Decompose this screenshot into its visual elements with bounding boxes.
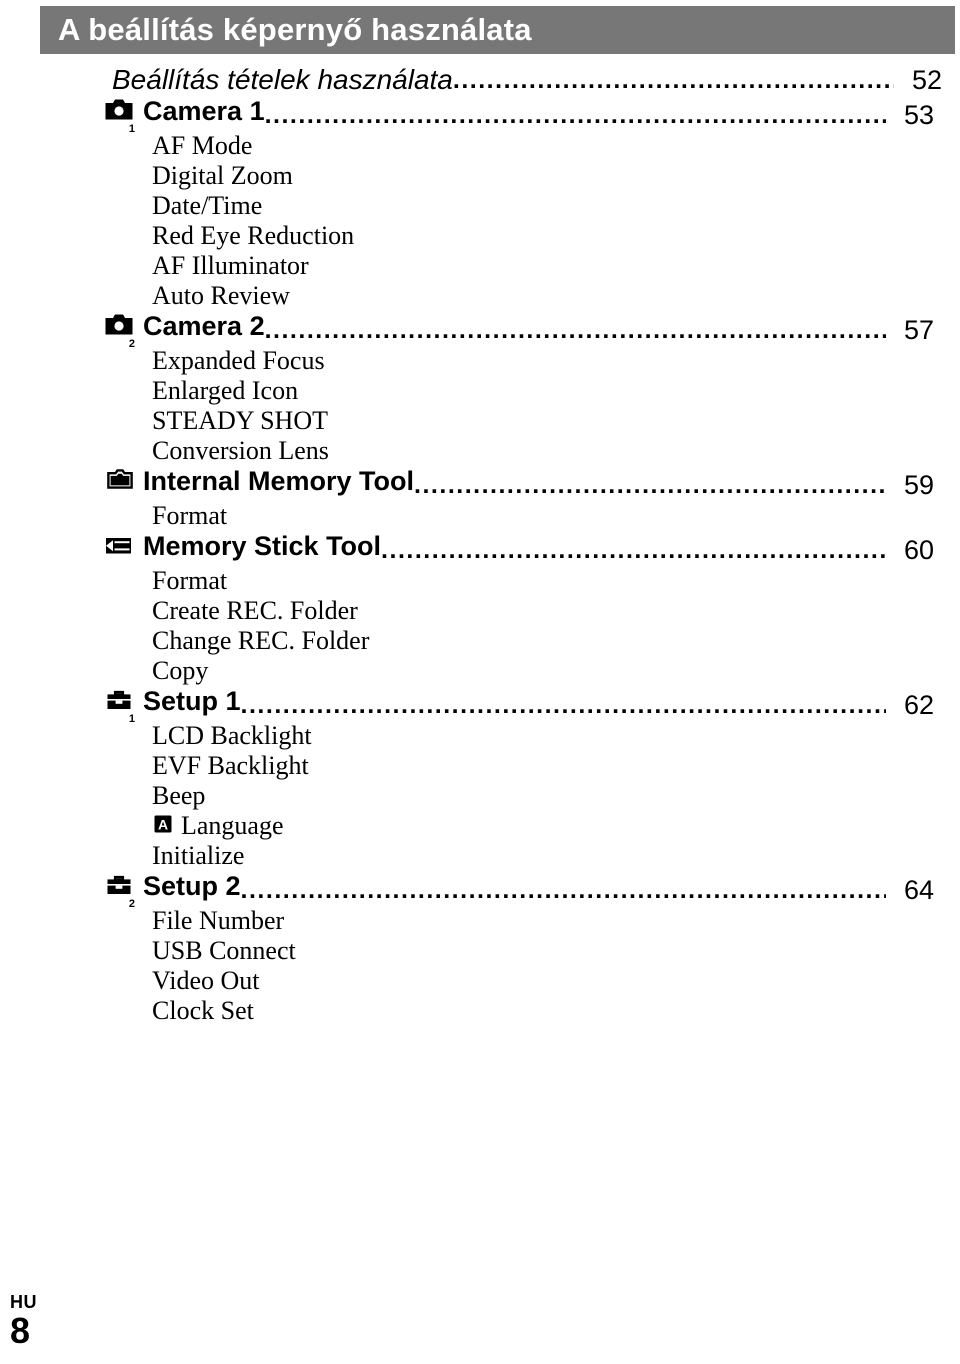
toc-section-setup-1[interactable]: 1 Setup 1 ..............................… bbox=[104, 686, 934, 725]
toc-subitems-internal-memory-tool: Format bbox=[0, 501, 960, 531]
toolbox-icon-subscript: 2 bbox=[128, 898, 135, 910]
toc-section-label: 2 Setup 2 bbox=[104, 871, 241, 910]
leader-dots: ........................................… bbox=[452, 68, 894, 93]
list-item[interactable]: AF Illuminator bbox=[152, 251, 960, 281]
list-item[interactable]: STEADY SHOT bbox=[152, 406, 960, 436]
toc-subitems-camera-2: Expanded Focus Enlarged Icon STEADY SHOT… bbox=[0, 346, 960, 466]
list-item[interactable]: Enlarged Icon bbox=[152, 376, 960, 406]
toolbox-icon: 1 bbox=[104, 689, 135, 725]
svg-text:A: A bbox=[158, 816, 168, 832]
toc-section-internal-memory-tool[interactable]: Internal Memory Tool ...................… bbox=[104, 468, 934, 499]
list-item[interactable]: AF Mode bbox=[152, 131, 960, 161]
camera-icon: 2 bbox=[104, 314, 135, 350]
leader-dots: ........................................… bbox=[414, 473, 886, 498]
list-item[interactable]: LCD Backlight bbox=[152, 721, 960, 751]
language-a-icon: A bbox=[152, 812, 174, 842]
toolbox-icon-subscript: 1 bbox=[128, 713, 135, 725]
list-item[interactable]: Initialize bbox=[152, 841, 960, 871]
leader-dots: ........................................… bbox=[381, 538, 886, 563]
page-number: 8 bbox=[10, 1310, 31, 1351]
camera-icon-subscript: 1 bbox=[128, 123, 135, 135]
toc-subitems-camera-1: AF Mode Digital Zoom Date/Time Red Eye R… bbox=[0, 131, 960, 311]
toc-section-page: 59 bbox=[903, 470, 934, 500]
list-item[interactable]: Format bbox=[152, 501, 960, 531]
list-item[interactable]: Clock Set bbox=[152, 996, 960, 1026]
memory-stick-icon bbox=[104, 534, 134, 559]
list-item-language[interactable]: A Language bbox=[152, 811, 960, 841]
toc-entry-page: 52 bbox=[911, 65, 942, 95]
list-item[interactable]: Change REC. Folder bbox=[152, 626, 960, 656]
toc-section-label: Internal Memory Tool bbox=[104, 468, 414, 495]
toc-section-camera-1[interactable]: 1 Camera 1 .............................… bbox=[104, 96, 934, 135]
toc-section-page: 62 bbox=[903, 690, 934, 720]
list-item[interactable]: USB Connect bbox=[152, 936, 960, 966]
list-item[interactable]: Format bbox=[152, 566, 960, 596]
leader-dots: ........................................… bbox=[240, 878, 886, 903]
toc-section-label: 1 Setup 1 bbox=[104, 686, 241, 725]
list-item[interactable]: Beep bbox=[152, 781, 960, 811]
leader-dots: ........................................… bbox=[240, 693, 886, 718]
toc-entry-label: Beállítás tételek használata bbox=[112, 64, 453, 95]
toc-section-page: 53 bbox=[903, 100, 934, 130]
toc-section-title: Memory Stick Tool bbox=[143, 531, 382, 561]
toc-section-label: 2 Camera 2 bbox=[104, 311, 265, 350]
toc-section-label: Memory Stick Tool bbox=[104, 533, 381, 560]
camera-icon: 1 bbox=[104, 99, 135, 135]
toc-subitems-setup-1: LCD Backlight EVF Backlight Beep A Langu… bbox=[0, 721, 960, 871]
toc-section-title: Internal Memory Tool bbox=[143, 466, 415, 496]
toc-section-label: 1 Camera 1 bbox=[104, 96, 265, 135]
toc-section-title: Setup 1 bbox=[143, 686, 241, 716]
list-item[interactable]: Digital Zoom bbox=[152, 161, 960, 191]
leader-dots: ........................................… bbox=[264, 318, 886, 343]
toc-section-title: Setup 2 bbox=[143, 871, 241, 901]
locale-code: HU bbox=[10, 1292, 37, 1312]
list-item[interactable]: Video Out bbox=[152, 966, 960, 996]
list-item[interactable]: EVF Backlight bbox=[152, 751, 960, 781]
toc-section-title: Camera 2 bbox=[143, 311, 265, 341]
toc-subitems-memory-stick-tool: Format Create REC. Folder Change REC. Fo… bbox=[0, 566, 960, 686]
toc-entry-settings-items[interactable]: Beállítás tételek használata ...........… bbox=[112, 66, 942, 94]
leader-dots: ........................................… bbox=[264, 103, 886, 128]
internal-memory-icon bbox=[104, 469, 134, 494]
page-header-banner: A beállítás képernyő használata bbox=[40, 6, 955, 54]
toc-section-title: Camera 1 bbox=[143, 96, 265, 126]
toc-section-memory-stick-tool[interactable]: Memory Stick Tool ......................… bbox=[104, 533, 934, 564]
page-title: A beállítás képernyő használata bbox=[58, 12, 532, 47]
toc-section-setup-2[interactable]: 2 Setup 2 ..............................… bbox=[104, 871, 934, 910]
list-item[interactable]: Conversion Lens bbox=[152, 436, 960, 466]
toc-section-camera-2[interactable]: 2 Camera 2 .............................… bbox=[104, 311, 934, 350]
list-item-label: Language bbox=[181, 811, 284, 840]
list-item[interactable]: Red Eye Reduction bbox=[152, 221, 960, 251]
list-item[interactable]: Auto Review bbox=[152, 281, 960, 311]
toolbox-icon: 2 bbox=[104, 874, 135, 910]
toc-section-page: 60 bbox=[903, 535, 934, 565]
list-item[interactable]: Expanded Focus bbox=[152, 346, 960, 376]
list-item[interactable]: Copy bbox=[152, 656, 960, 686]
toc-subitems-setup-2: File Number USB Connect Video Out Clock … bbox=[0, 906, 960, 1026]
list-item[interactable]: Create REC. Folder bbox=[152, 596, 960, 626]
table-of-contents: Beállítás tételek használata ...........… bbox=[0, 62, 960, 1026]
page-footer: HU 8 bbox=[10, 1292, 130, 1350]
toc-section-page: 64 bbox=[903, 875, 934, 905]
list-item[interactable]: Date/Time bbox=[152, 191, 960, 221]
camera-icon-subscript: 2 bbox=[128, 338, 135, 350]
list-item[interactable]: File Number bbox=[152, 906, 960, 936]
toc-section-page: 57 bbox=[903, 315, 934, 345]
